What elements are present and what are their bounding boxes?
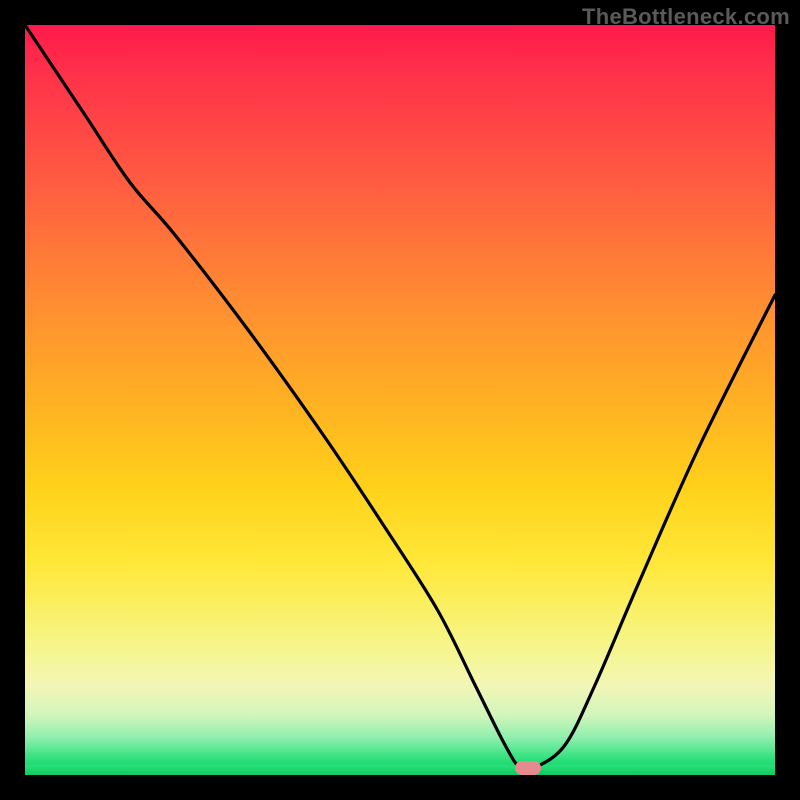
bottleneck-curve [25, 25, 775, 775]
chart-frame: TheBottleneck.com [0, 0, 800, 800]
optimal-point-marker [515, 761, 541, 775]
watermark-label: TheBottleneck.com [582, 4, 790, 30]
plot-area [25, 25, 775, 775]
